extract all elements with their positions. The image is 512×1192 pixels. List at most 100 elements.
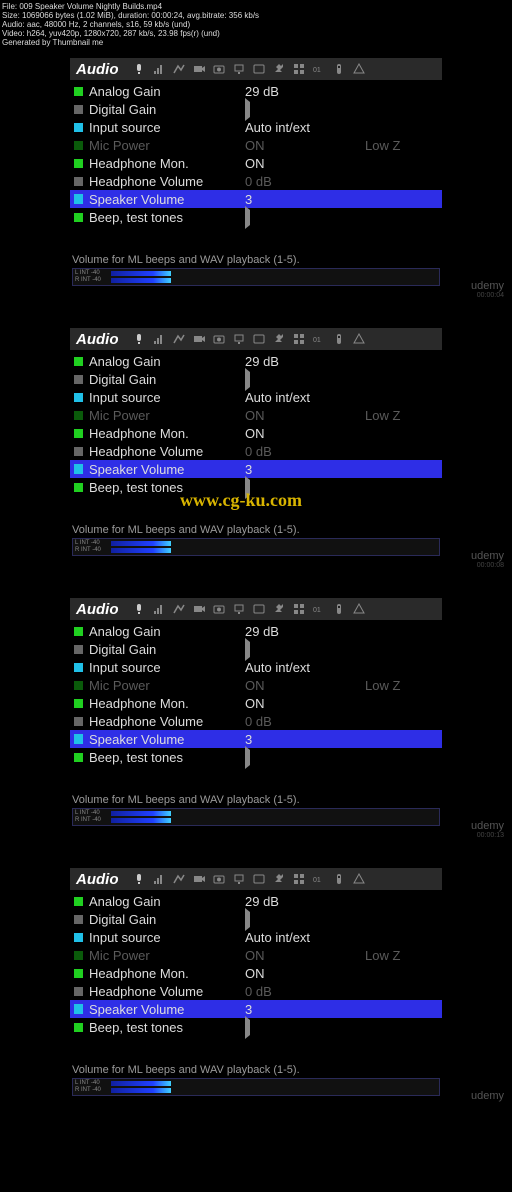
menu-extra: Low Z [365, 948, 400, 963]
menu-item[interactable]: Headphone Mon.ON [70, 694, 442, 712]
menu-item[interactable]: Digital Gain [70, 100, 442, 118]
menu-item[interactable]: Digital Gain [70, 370, 442, 388]
menu-item[interactable]: Headphone Volume0 dB [70, 442, 442, 460]
menu-item[interactable]: Speaker Volume3 [70, 190, 442, 208]
menu-item[interactable]: Headphone Volume0 dB [70, 712, 442, 730]
menu-item[interactable]: Headphone Mon.ON [70, 154, 442, 172]
toolbar-icon-5[interactable] [231, 62, 247, 76]
audio-meter: L INT -40R INT -40 [72, 538, 440, 556]
menu-item[interactable]: Beep, test tones [70, 478, 442, 496]
submenu-arrow-icon [245, 368, 250, 391]
menu-item[interactable]: Speaker Volume3 [70, 730, 442, 748]
menu-item[interactable]: Analog Gain29 dB [70, 352, 442, 370]
toolbar-icon-9[interactable]: 01 [311, 62, 327, 76]
toolbar-icon-9[interactable]: 01 [311, 872, 327, 886]
toolbar-icon-10[interactable] [331, 62, 347, 76]
toolbar-icon-0[interactable] [131, 62, 147, 76]
toolbar-icon-10[interactable] [331, 332, 347, 346]
menu-item[interactable]: Mic PowerONLow Z [70, 406, 442, 424]
toolbar-icon-1[interactable] [151, 332, 167, 346]
menu-label: Digital Gain [89, 642, 245, 657]
toolbar-icon-4[interactable] [211, 332, 227, 346]
toolbar-icon-3[interactable] [191, 62, 207, 76]
audio-meter: L INT -40R INT -40 [72, 1078, 440, 1096]
toolbar-icon-2[interactable] [171, 872, 187, 886]
status-bullet-icon [74, 627, 83, 636]
toolbar-icon-7[interactable] [271, 62, 287, 76]
toolbar-icon-3[interactable] [191, 602, 207, 616]
menu-item[interactable]: Beep, test tones [70, 1018, 442, 1036]
toolbar-icon-8[interactable] [291, 332, 307, 346]
menu-item[interactable]: Mic PowerONLow Z [70, 676, 442, 694]
menu-item[interactable]: Digital Gain [70, 640, 442, 658]
menu-item[interactable]: Analog Gain29 dB [70, 82, 442, 100]
toolbar-icon-1[interactable] [151, 872, 167, 886]
menu-value: 0 dB [245, 174, 355, 189]
status-bullet-icon [74, 411, 83, 420]
toolbar-icon-3[interactable] [191, 872, 207, 886]
meter-bar-right [111, 548, 171, 553]
menu-label: Speaker Volume [89, 732, 245, 747]
toolbar-icon-7[interactable] [271, 332, 287, 346]
toolbar-icon-5[interactable] [231, 872, 247, 886]
menu-item[interactable]: Input sourceAuto int/ext [70, 928, 442, 946]
toolbar-icon-9[interactable]: 01 [311, 602, 327, 616]
toolbar-icon-0[interactable] [131, 332, 147, 346]
toolbar-icon-4[interactable] [211, 62, 227, 76]
toolbar-icon-2[interactable] [171, 602, 187, 616]
menu-value: 29 dB [245, 624, 355, 639]
submenu-arrow-icon [245, 206, 250, 229]
status-bullet-icon [74, 933, 83, 942]
toolbar-icon-11[interactable] [351, 62, 367, 76]
menu-item[interactable]: Headphone Volume0 dB [70, 982, 442, 1000]
menu-item[interactable]: Headphone Mon.ON [70, 964, 442, 982]
submenu-arrow-icon [245, 908, 250, 931]
menu-label: Digital Gain [89, 912, 245, 927]
toolbar-icon-2[interactable] [171, 332, 187, 346]
toolbar-icon-4[interactable] [211, 872, 227, 886]
menu-item[interactable]: Mic PowerONLow Z [70, 946, 442, 964]
menu-item[interactable]: Digital Gain [70, 910, 442, 928]
meter-label-left: L INT -40 [75, 540, 100, 546]
menu-item[interactable]: Headphone Volume0 dB [70, 172, 442, 190]
toolbar-icon-1[interactable] [151, 62, 167, 76]
toolbar-icon-10[interactable] [331, 872, 347, 886]
toolbar-icon-11[interactable] [351, 602, 367, 616]
menu-item[interactable]: Headphone Mon.ON [70, 424, 442, 442]
toolbar-icon-7[interactable] [271, 602, 287, 616]
toolbar-icon-6[interactable] [251, 62, 267, 76]
menu-item[interactable]: Speaker Volume3 [70, 460, 442, 478]
toolbar-icon-6[interactable] [251, 332, 267, 346]
toolbar-icon-3[interactable] [191, 332, 207, 346]
toolbar-icon-2[interactable] [171, 62, 187, 76]
toolbar-icon-5[interactable] [231, 332, 247, 346]
menu-item[interactable]: Analog Gain29 dB [70, 892, 442, 910]
toolbar-icon-6[interactable] [251, 602, 267, 616]
menu-item[interactable]: Input sourceAuto int/ext [70, 118, 442, 136]
menu-item[interactable]: Speaker Volume3 [70, 1000, 442, 1018]
toolbar-icon-9[interactable]: 01 [311, 332, 327, 346]
toolbar-icon-4[interactable] [211, 602, 227, 616]
toolbar-icon-11[interactable] [351, 332, 367, 346]
toolbar-icon-0[interactable] [131, 602, 147, 616]
toolbar-icon-1[interactable] [151, 602, 167, 616]
menu-item[interactable]: Beep, test tones [70, 208, 442, 226]
menu-item[interactable]: Input sourceAuto int/ext [70, 658, 442, 676]
status-bullet-icon [74, 987, 83, 996]
toolbar-icon-0[interactable] [131, 872, 147, 886]
menu-item[interactable]: Input sourceAuto int/ext [70, 388, 442, 406]
menu-item[interactable]: Beep, test tones [70, 748, 442, 766]
toolbar-icon-6[interactable] [251, 872, 267, 886]
toolbar-icon-11[interactable] [351, 872, 367, 886]
toolbar-icon-7[interactable] [271, 872, 287, 886]
status-bullet-icon [74, 717, 83, 726]
menu-item[interactable]: Mic PowerONLow Z [70, 136, 442, 154]
toolbar-icon-8[interactable] [291, 602, 307, 616]
toolbar-icon-8[interactable] [291, 872, 307, 886]
status-bullet-icon [74, 1004, 83, 1014]
submenu-arrow-icon [245, 746, 250, 769]
toolbar-icon-5[interactable] [231, 602, 247, 616]
menu-item[interactable]: Analog Gain29 dB [70, 622, 442, 640]
toolbar-icon-10[interactable] [331, 602, 347, 616]
toolbar-icon-8[interactable] [291, 62, 307, 76]
